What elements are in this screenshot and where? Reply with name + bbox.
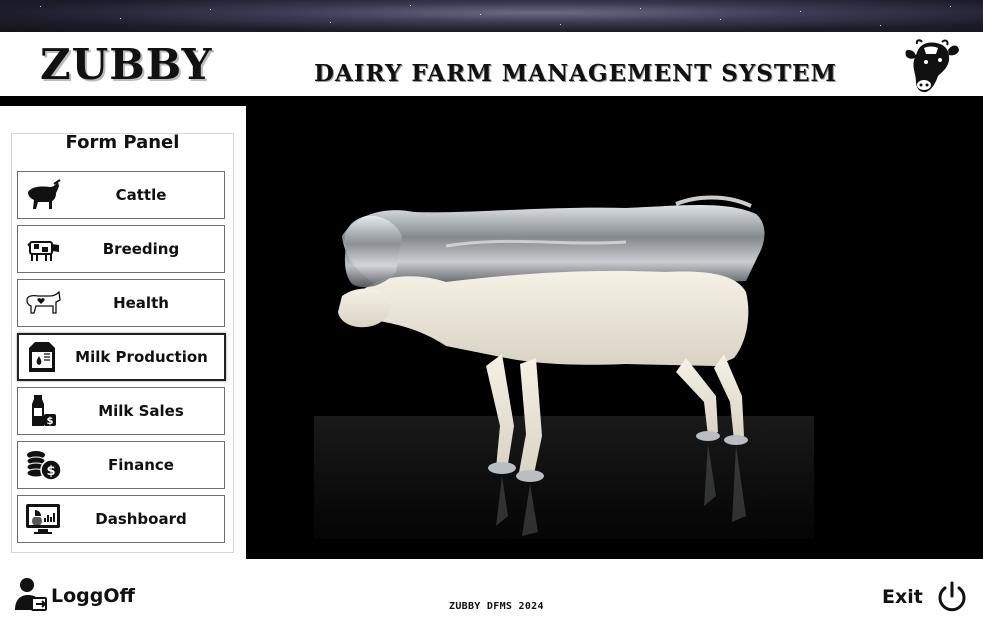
exit-button[interactable]: Exit [882,578,972,614]
milk-carton-icon [29,342,55,372]
cow-head-icon [905,39,959,93]
header-sky-banner [0,0,983,32]
logoff-button[interactable]: LoggOff [14,576,135,612]
exit-label: Exit [882,586,923,608]
form-panel-title: Form Panel [65,132,180,153]
logoff-label: LoggOff [51,585,135,607]
milk-production-button[interactable]: Milk Production [17,333,226,381]
bull-icon [28,179,61,209]
power-icon [938,581,966,612]
breeding-label: Breeding [102,240,180,258]
finance-button[interactable]: $ Finance [17,441,225,489]
cow-heart-icon [26,290,61,314]
cow-animation-display [246,96,983,559]
cattle-button[interactable]: Cattle [17,171,225,219]
glass-milk-cow-illustration [338,195,765,536]
health-label: Health [113,294,169,312]
footer-credit: ZUBBY DFMS 2024 [449,601,544,612]
coins-dollar-icon: $ [26,451,62,481]
dashboard-button[interactable]: Dashboard [17,495,225,543]
health-button[interactable]: Health [17,279,225,327]
finance-label: Finance [108,456,174,474]
brand-name: ZUBBY [40,40,213,89]
svg-text:$: $ [47,416,54,427]
dashboard-label: Dashboard [95,510,187,528]
svg-text:$: $ [46,464,55,479]
user-logout-icon [15,578,47,611]
breeding-button[interactable]: Breeding [17,225,225,273]
cow-icon [27,241,59,261]
monitor-chart-icon [26,504,60,534]
cattle-label: Cattle [115,186,167,204]
app-title: DAIRY FARM MANAGEMENT SYSTEM [314,60,838,87]
milk-sales-label: Milk Sales [98,402,184,420]
milk-sales-button[interactable]: $ Milk Sales [17,387,225,435]
milk-bottle-dollar-icon: $ [32,395,56,427]
milk-production-label: Milk Production [75,348,208,366]
